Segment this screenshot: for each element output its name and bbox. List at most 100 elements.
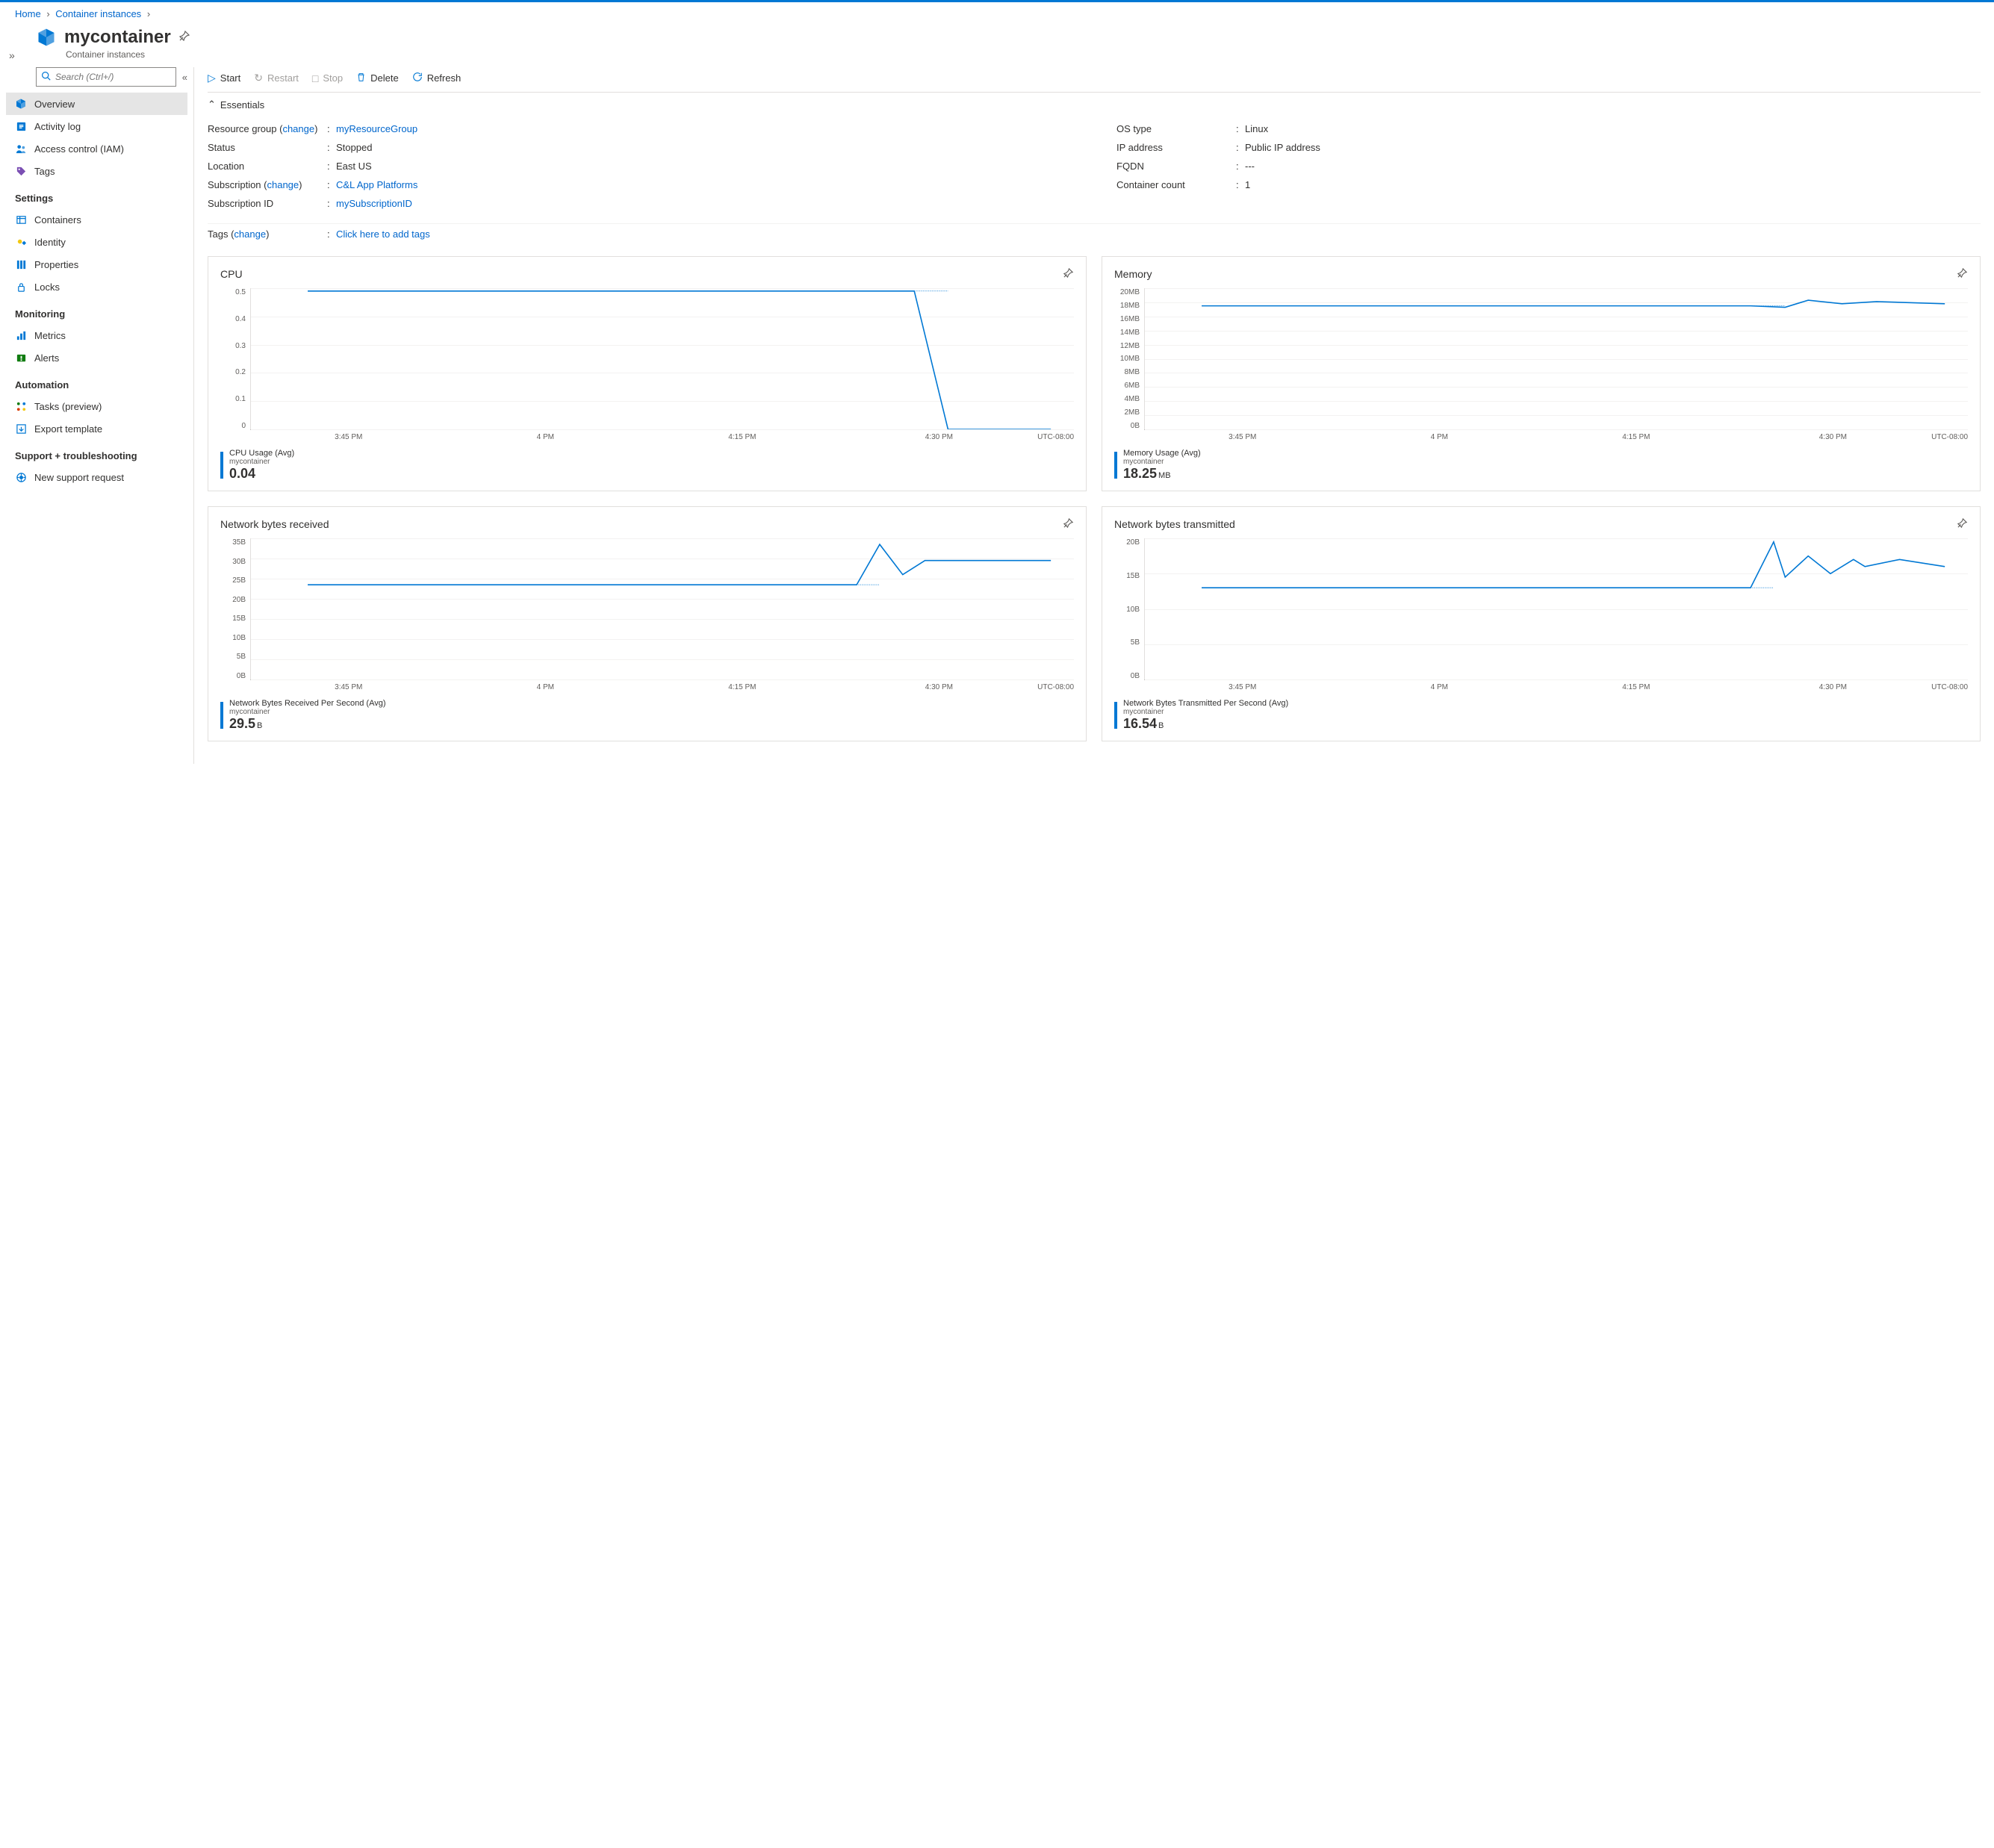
alerts-icon — [15, 352, 27, 364]
properties-icon — [15, 258, 27, 270]
x-axis: 3:45 PM4 PM4:15 PM4:30 PMUTC-08:00 — [250, 430, 1074, 441]
nav-item-containers[interactable]: Containers — [6, 208, 187, 231]
essentials-change-link[interactable]: change — [267, 179, 299, 190]
tags-change-link[interactable]: change — [234, 228, 266, 240]
start-button[interactable]: ▷ Start — [208, 72, 240, 84]
nav-item-label: Alerts — [34, 352, 59, 364]
x-axis: 3:45 PM4 PM4:15 PM4:30 PMUTC-08:00 — [1144, 680, 1968, 691]
breadcrumb-section[interactable]: Container instances — [55, 8, 141, 19]
essentials-row: FQDN:--- — [1116, 157, 1981, 175]
search-input[interactable] — [55, 72, 171, 82]
legend-value: 18.25 — [1123, 466, 1157, 481]
essentials-value: East US — [336, 161, 372, 172]
chart-card-cpu: CPU 0.50.40.30.20.10 3:45 PM4 PM4:15 PM4… — [208, 256, 1087, 491]
log-icon — [15, 120, 27, 132]
essentials-row: Resource group (change):myResourceGroup — [208, 119, 1072, 138]
y-axis: 20MB18MB16MB14MB12MB10MB8MB6MB4MB2MB0B — [1114, 288, 1144, 430]
essentials-panel: Resource group (change):myResourceGroup S… — [208, 116, 1981, 223]
toolbar: ▷ Start ↻ Restart □ Stop Delete — [208, 67, 1981, 93]
charts-grid: CPU 0.50.40.30.20.10 3:45 PM4 PM4:15 PM4… — [208, 256, 1981, 741]
plot-area — [250, 288, 1074, 430]
nav-item-alerts[interactable]: Alerts — [6, 346, 187, 369]
nav-item-export-template[interactable]: Export template — [6, 417, 187, 440]
breadcrumb-sep: › — [147, 8, 150, 19]
pin-icon[interactable] — [1957, 517, 1968, 531]
pin-icon[interactable] — [178, 30, 190, 46]
nav-item-tags[interactable]: Tags — [6, 160, 187, 182]
chart-area: 0.50.40.30.20.10 — [220, 288, 1074, 430]
chart-card-memory: Memory 20MB18MB16MB14MB12MB10MB8MB6MB4MB… — [1102, 256, 1981, 491]
essentials-value[interactable]: myResourceGroup — [336, 123, 417, 134]
stop-button: □ Stop — [312, 72, 343, 84]
stop-icon: □ — [312, 72, 318, 84]
legend-unit: B — [1158, 721, 1164, 730]
nav-item-metrics[interactable]: Metrics — [6, 324, 187, 346]
chart-legend: Network Bytes Received Per Second (Avg) … — [220, 699, 1074, 732]
essentials-value[interactable]: mySubscriptionID — [336, 198, 412, 209]
lock-icon — [15, 281, 27, 293]
search-box[interactable] — [36, 67, 176, 87]
nav-item-overview[interactable]: Overview — [6, 93, 187, 115]
collapse-sidebar-icon[interactable]: « — [182, 72, 187, 83]
nav-item-label: Properties — [34, 259, 78, 270]
breadcrumb-home[interactable]: Home — [15, 8, 41, 19]
pin-icon[interactable] — [1063, 517, 1074, 531]
nav-item-access-control-iam-[interactable]: Access control (IAM) — [6, 137, 187, 160]
nav-item-identity[interactable]: Identity — [6, 231, 187, 253]
essentials-row: Subscription ID:mySubscriptionID — [208, 194, 1072, 213]
refresh-button[interactable]: Refresh — [412, 72, 462, 84]
nav-section-title: Automation — [6, 369, 187, 395]
legend-series-sub: mycontainer — [1123, 708, 1288, 716]
y-axis: 35B30B25B20B15B10B5B0B — [220, 538, 250, 680]
tag-icon — [15, 165, 27, 177]
nav-item-new-support-request[interactable]: New support request — [6, 466, 187, 488]
delete-button[interactable]: Delete — [356, 72, 399, 84]
plot-area — [1144, 538, 1968, 680]
main-content: ▷ Start ↻ Restart □ Stop Delete — [194, 67, 1994, 764]
cube-icon — [15, 98, 27, 110]
breadcrumb-sep: › — [46, 8, 49, 19]
chart-title: Network bytes transmitted — [1114, 518, 1235, 530]
search-icon — [41, 71, 51, 83]
essentials-toggle[interactable]: ⌃ Essentials — [208, 93, 264, 116]
legend-color-bar — [220, 702, 223, 729]
essentials-change-link[interactable]: change — [282, 123, 314, 134]
nav-item-label: Export template — [34, 423, 102, 435]
nav-item-locks[interactable]: Locks — [6, 276, 187, 298]
chart-legend: Memory Usage (Avg) mycontainer 18.25MB — [1114, 449, 1968, 482]
restart-icon: ↻ — [254, 72, 263, 84]
chart-area: 20MB18MB16MB14MB12MB10MB8MB6MB4MB2MB0B — [1114, 288, 1968, 430]
essentials-value: Linux — [1245, 123, 1268, 134]
restart-button: ↻ Restart — [254, 72, 299, 84]
legend-color-bar — [1114, 452, 1117, 479]
essentials-value: --- — [1245, 161, 1255, 172]
legend-unit: B — [257, 721, 262, 730]
nav-item-label: Locks — [34, 281, 60, 293]
legend-value: 0.04 — [229, 466, 255, 481]
support-icon — [15, 471, 27, 483]
chart-area: 20B15B10B5B0B — [1114, 538, 1968, 680]
identity-icon — [15, 236, 27, 248]
nav-item-label: New support request — [34, 472, 124, 483]
nav-item-activity-log[interactable]: Activity log — [6, 115, 187, 137]
expand-sidebar-icon[interactable]: » — [6, 46, 18, 64]
pin-icon[interactable] — [1957, 267, 1968, 281]
nav-item-label: Containers — [34, 214, 81, 225]
nav-item-label: Identity — [34, 237, 66, 248]
plot-area — [1144, 288, 1968, 430]
nav-item-tasks-preview-[interactable]: Tasks (preview) — [6, 395, 187, 417]
nav-item-label: Overview — [34, 99, 75, 110]
pin-icon[interactable] — [1063, 267, 1074, 281]
metrics-icon — [15, 329, 27, 341]
nav-section-title: Monitoring — [6, 298, 187, 324]
y-axis: 0.50.40.30.20.10 — [220, 288, 250, 430]
tags-add-link[interactable]: Click here to add tags — [336, 228, 430, 240]
x-axis: 3:45 PM4 PM4:15 PM4:30 PMUTC-08:00 — [1144, 430, 1968, 441]
tasks-icon — [15, 400, 27, 412]
essentials-value[interactable]: C&L App Platforms — [336, 179, 417, 190]
page-title: mycontainer — [64, 27, 171, 48]
nav-item-properties[interactable]: Properties — [6, 253, 187, 276]
legend-value: 16.54 — [1123, 716, 1157, 731]
legend-series-sub: mycontainer — [1123, 458, 1201, 466]
legend-value: 29.5 — [229, 716, 255, 731]
